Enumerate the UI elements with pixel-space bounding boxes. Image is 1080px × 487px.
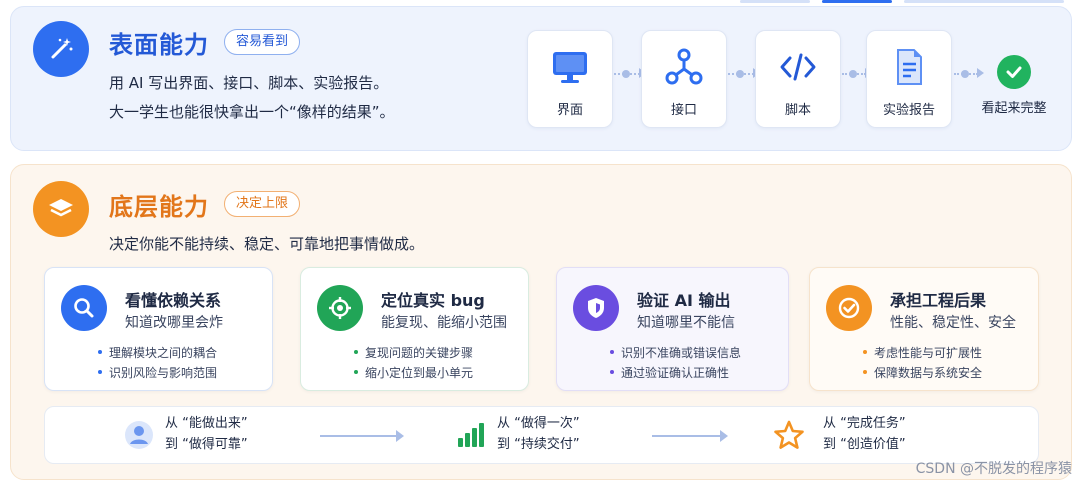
card-subtitle: 知道哪里不能信: [637, 315, 735, 331]
top-strip-accent: [822, 0, 892, 3]
card-consequence: 承担工程后果 性能、稳定性、安全 考虑性能与可扩展性 保障数据与系统安全: [809, 267, 1039, 391]
card-title: 定位真实 bug: [381, 291, 485, 310]
card-title: 承担工程后果: [890, 291, 987, 310]
flow-step-label: 接口: [670, 103, 697, 118]
base-badge: 决定上限: [224, 191, 301, 217]
star-icon: [771, 417, 807, 453]
flow-step-script: 脚本: [755, 30, 841, 128]
monitor-icon: [528, 47, 612, 87]
arrow-right-icon: [652, 430, 728, 442]
flow-step-label: 界面: [556, 103, 583, 118]
flow-step-report: 实验报告: [866, 30, 952, 128]
base-line-1: 决定你能不能持续、稳定、可靠地把事情做成。: [109, 235, 425, 253]
card-title: 验证 AI 输出: [637, 291, 731, 310]
transition-to: 到 “创造价值”: [823, 437, 906, 452]
card-title: 看懂依赖关系: [125, 291, 222, 310]
top-strip-light: [740, 0, 810, 3]
card-verify-ai: 验证 AI 输出 知道哪里不能信 识别不准确或错误信息 通过验证确认正确性: [556, 267, 789, 391]
card-subtitle: 能复现、能缩小范围: [381, 315, 507, 331]
target-icon: [317, 285, 363, 331]
surface-line-2: 大一学生也能很快拿出一个“像样的结果”。: [109, 103, 395, 121]
surface-title: 表面能力: [109, 31, 209, 59]
checkmark-icon: [997, 55, 1031, 89]
card-bullet: 识别不准确或错误信息: [609, 346, 742, 360]
code-brackets-icon: [756, 47, 840, 87]
flow-connector: [954, 68, 984, 78]
shield-icon: [573, 285, 619, 331]
surface-badge: 容易看到: [224, 29, 301, 55]
transition-from: 从 “能做出来”: [165, 416, 248, 431]
flow-connector: [842, 68, 872, 78]
flow-step-ui: 界面: [527, 30, 613, 128]
base-title: 底层能力: [109, 193, 209, 221]
transition-from: 从 “完成任务”: [823, 416, 906, 431]
user-icon: [121, 417, 157, 453]
card-bug: 定位真实 bug 能复现、能缩小范围 复现问题的关键步骤 缩小定位到最小单元: [300, 267, 529, 391]
flow-connector: [614, 68, 646, 78]
flow-step-label: 脚本: [784, 103, 811, 118]
arrow-right-icon: [320, 430, 404, 442]
card-bullet: 保障数据与系统安全: [862, 366, 983, 380]
network-node-icon: [642, 47, 726, 87]
flow-step-label: 实验报告: [882, 103, 935, 118]
bar-chart-icon: [452, 417, 488, 453]
card-dependency: 看懂依赖关系 知道改哪里会炸 理解模块之间的耦合 识别风险与影响范围: [44, 267, 273, 391]
flow-connector: [728, 68, 760, 78]
transition-bar: 从 “能做出来” 到 “做得可靠” 从 “做得一次” 到 “持续交付” 从 “完…: [44, 406, 1039, 464]
transition-from: 从 “做得一次”: [497, 416, 580, 431]
card-bullet: 考虑性能与可扩展性: [862, 346, 983, 360]
top-strip-light-2: [904, 0, 1064, 3]
card-subtitle: 性能、稳定性、安全: [890, 315, 1016, 331]
flow-step-api: 接口: [641, 30, 727, 128]
card-bullet: 通过验证确认正确性: [609, 366, 730, 380]
search-icon: [61, 285, 107, 331]
document-icon: [867, 47, 951, 87]
flow-result-label: 看起来完整: [981, 101, 1047, 116]
card-bullet: 识别风险与影响范围: [97, 366, 218, 380]
card-subtitle: 知道改哪里会炸: [125, 315, 223, 331]
transition-to: 到 “持续交付”: [497, 437, 580, 452]
card-bullet: 缩小定位到最小单元: [353, 366, 474, 380]
card-bullet: 复现问题的关键步骤: [353, 346, 474, 360]
magic-wand-icon: [33, 21, 89, 77]
check-circle-icon: [826, 285, 872, 331]
layers-icon: [33, 181, 89, 237]
watermark: CSDN @不脱发的程序猿: [915, 461, 1072, 477]
surface-line-1: 用 AI 写出界面、接口、脚本、实验报告。: [109, 74, 389, 92]
transition-to: 到 “做得可靠”: [165, 437, 248, 452]
card-bullet: 理解模块之间的耦合: [97, 346, 218, 360]
